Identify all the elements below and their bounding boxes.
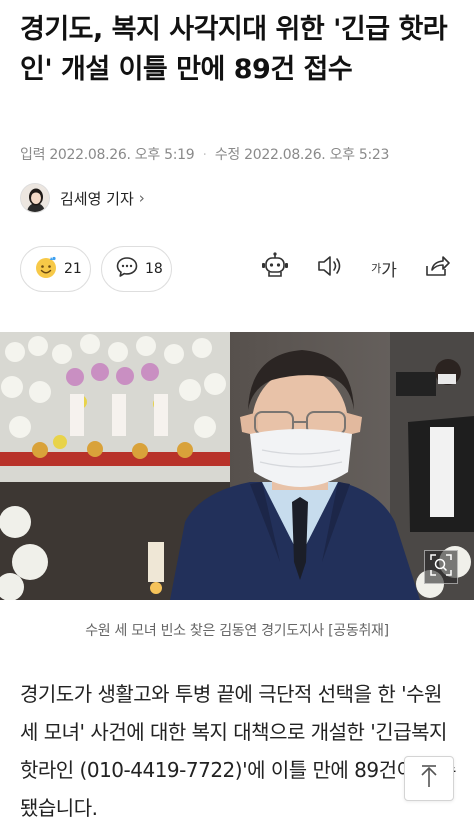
smiley-face-icon	[34, 255, 58, 283]
font-big-label: 가	[381, 260, 397, 281]
date-separator: ·	[202, 147, 207, 163]
speaker-icon	[315, 252, 343, 284]
photo-caption: 수원 세 모녀 빈소 찾은 김동연 경기도지사 [공동취재]	[85, 623, 389, 639]
scroll-top-button[interactable]	[404, 756, 454, 801]
reaction-button[interactable]: 21	[20, 246, 91, 292]
article-dates: 입력 2022.08.26. 오후 5:19 · 수정 2022.08.26. …	[20, 144, 460, 164]
modified-label: 수정	[214, 147, 240, 163]
font-size-button[interactable]: 가 가	[366, 252, 402, 284]
comment-count: 18	[145, 261, 163, 277]
published-date: 2022.08.26. 오후 5:19	[49, 147, 195, 163]
comment-button[interactable]: 18	[101, 246, 172, 292]
reporter-name[interactable]: 김세영 기자	[60, 188, 134, 209]
summary-robot-button[interactable]	[259, 252, 291, 284]
speech-bubble-icon	[115, 255, 139, 283]
modified-date: 2022.08.26. 오후 5:23	[244, 147, 390, 163]
share-button[interactable]	[421, 252, 453, 284]
reporter-avatar	[20, 183, 50, 213]
article-headline: 경기도, 복지 사각지대 위한 '긴급 핫라인' 개설 이틀 만에 89건 접수	[20, 14, 448, 85]
zoom-magnifier-icon	[430, 554, 452, 580]
font-small-label: 가	[371, 262, 382, 275]
reaction-count: 21	[64, 261, 82, 277]
published-label: 입력	[20, 147, 46, 163]
chevron-right-icon: ›	[138, 189, 145, 207]
audio-read-button[interactable]	[313, 252, 345, 284]
reporter-link[interactable]: 김세영 기자 ›	[20, 181, 145, 215]
share-icon	[423, 252, 451, 284]
article-body: 경기도가 생활고와 투병 끝에 극단적 선택을 한 '수원 세 모녀' 사건에 …	[20, 682, 457, 820]
robot-icon	[260, 251, 290, 285]
photo-zoom-button[interactable]	[424, 550, 458, 584]
arrow-up-icon	[419, 764, 439, 793]
article-photo[interactable]	[0, 332, 474, 600]
